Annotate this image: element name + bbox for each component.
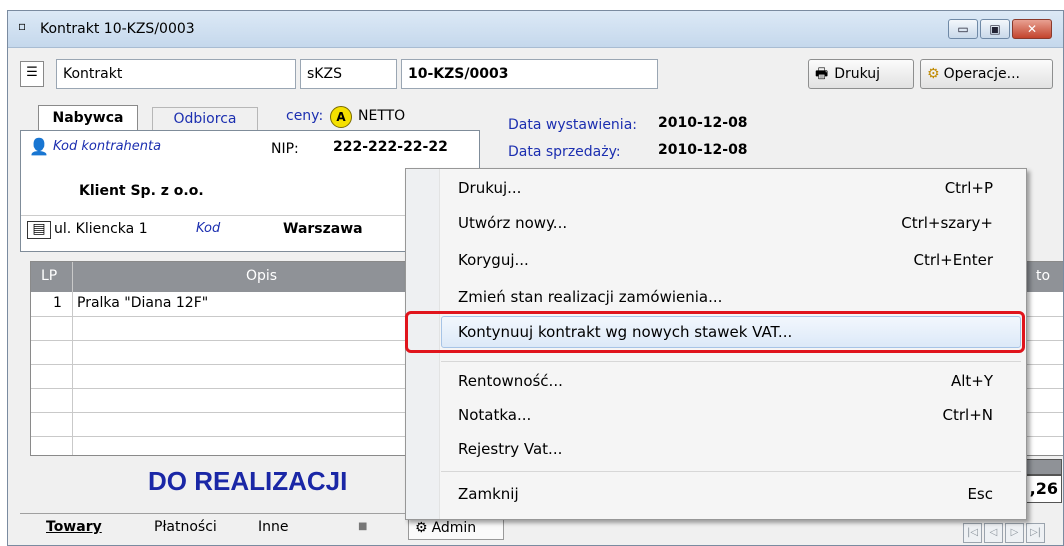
address-icon[interactable]: ▤	[27, 221, 51, 239]
menu-item-shortcut: Ctrl+N	[942, 406, 993, 424]
nip-value[interactable]: 222-222-22-22	[333, 139, 448, 155]
tab-other[interactable]: Inne	[258, 519, 289, 535]
contractor-code-field[interactable]: Kod kontrahenta	[53, 139, 161, 154]
printer-icon: 🖶	[815, 66, 829, 82]
minimize-button[interactable]: ▭	[948, 19, 978, 39]
operations-icon: ⚙	[927, 66, 940, 82]
sale-date-label: Data sprzedaży:	[508, 144, 621, 160]
row-description: Pralka "Diana 12F"	[77, 295, 209, 311]
nip-label: NIP:	[271, 141, 299, 157]
buyer-name[interactable]: Klient Sp. z o.o.	[79, 183, 204, 199]
menu-item-shortcut: Ctrl+P	[944, 179, 993, 197]
last-record-button[interactable]: ▷|	[1026, 523, 1045, 543]
print-button-label: Drukuj	[834, 66, 881, 82]
menu-item-vat-registers[interactable]: Rejestry Vat...	[441, 434, 1021, 464]
menu-separator	[441, 471, 1021, 472]
issue-date-value[interactable]: 2010-12-08	[658, 115, 748, 131]
menu-item-profitability[interactable]: Rentowność... Alt+Y	[441, 366, 1021, 396]
menu-item-label: Rentowność...	[458, 372, 563, 390]
menu-item-close[interactable]: Zamknij Esc	[441, 479, 1021, 509]
first-record-button[interactable]: |◁	[963, 523, 982, 543]
print-button[interactable]: 🖶 Drukuj	[808, 59, 914, 89]
tab-payments[interactable]: Płatności	[154, 519, 217, 535]
menu-item-label: Utwórz nowy...	[458, 214, 568, 232]
menu-item-label: Notatka...	[458, 406, 532, 424]
menu-item-correct[interactable]: Koryguj... Ctrl+Enter	[441, 245, 1021, 275]
series-field[interactable]: sKZS	[300, 59, 397, 89]
menu-item-shortcut: Esc	[967, 485, 993, 503]
tab-goods[interactable]: Towary	[46, 519, 102, 535]
menu-item-print[interactable]: Drukuj... Ctrl+P	[441, 173, 1021, 203]
postcode-field[interactable]: Kod	[196, 221, 220, 236]
menu-item-label: Koryguj...	[458, 251, 529, 269]
maximize-button[interactable]: ▣	[980, 19, 1010, 39]
column-header-opis[interactable]: Opis	[246, 268, 277, 284]
next-record-button[interactable]: ▷	[1005, 523, 1024, 543]
number-field[interactable]: 10-KZS/0003	[401, 59, 658, 89]
menu-item-label: Zmień stan realizacji zamówienia...	[458, 288, 723, 306]
column-header-netto[interactable]: to	[1036, 268, 1050, 284]
status-text: DO REALIZACJI	[148, 466, 348, 496]
admin-label: Admin	[431, 520, 477, 536]
menu-separator	[441, 361, 1021, 362]
admin-icon: ⚙	[415, 520, 428, 536]
menu-item-shortcut: Ctrl+Enter	[913, 251, 993, 269]
tab-recipient[interactable]: Odbiorca	[152, 107, 258, 132]
menu-item-note[interactable]: Notatka... Ctrl+N	[441, 400, 1021, 430]
title-bar[interactable]: ▫ Kontrakt 10-KZS/0003 ▭ ▣ ✕	[8, 11, 1063, 48]
tabs-divider	[20, 513, 440, 514]
operations-button-label: Operacje...	[943, 66, 1020, 82]
window-icon[interactable]: ▫	[18, 19, 26, 33]
prices-value: NETTO	[358, 108, 406, 124]
menu-item-change-status[interactable]: Zmień stan realizacji zamówienia...	[441, 282, 1021, 312]
menu-item-shortcut: Ctrl+szary+	[901, 214, 993, 232]
prices-badge[interactable]: A	[330, 106, 352, 128]
close-button[interactable]: ✕	[1012, 19, 1052, 39]
operations-button[interactable]: ⚙ Operacje...	[920, 59, 1053, 89]
contractor-icon[interactable]: 👤	[29, 137, 49, 156]
city-field[interactable]: Warszawa	[283, 221, 363, 237]
street-field[interactable]: ul. Kliencka 1	[54, 221, 148, 237]
square-icon: ■	[358, 521, 368, 532]
window-title: Kontrakt 10-KZS/0003	[40, 21, 195, 37]
total-value[interactable]: ,26	[1022, 475, 1062, 503]
highlight-frame	[405, 311, 1025, 353]
row-lp: 1	[53, 295, 62, 311]
sale-date-value[interactable]: 2010-12-08	[658, 142, 748, 158]
tab-buyer[interactable]: Nabywca	[38, 105, 138, 132]
menu-item-shortcut: Alt+Y	[950, 372, 993, 390]
prices-label: ceny:	[286, 108, 324, 124]
doc-type-field[interactable]: Kontrakt	[56, 59, 296, 89]
column-header-lp[interactable]: LP	[41, 268, 57, 284]
total-header	[1022, 459, 1062, 475]
document-icon[interactable]: ☰	[20, 61, 44, 87]
menu-item-label: Rejestry Vat...	[458, 440, 563, 458]
menu-item-label: Zamknij	[458, 485, 519, 503]
menu-item-label: Drukuj...	[458, 179, 522, 197]
menu-item-create-new[interactable]: Utwórz nowy... Ctrl+szary+	[441, 208, 1021, 238]
previous-record-button[interactable]: ◁	[984, 523, 1003, 543]
issue-date-label: Data wystawienia:	[508, 117, 637, 133]
operations-context-menu: Drukuj... Ctrl+P Utwórz nowy... Ctrl+sza…	[405, 168, 1027, 520]
